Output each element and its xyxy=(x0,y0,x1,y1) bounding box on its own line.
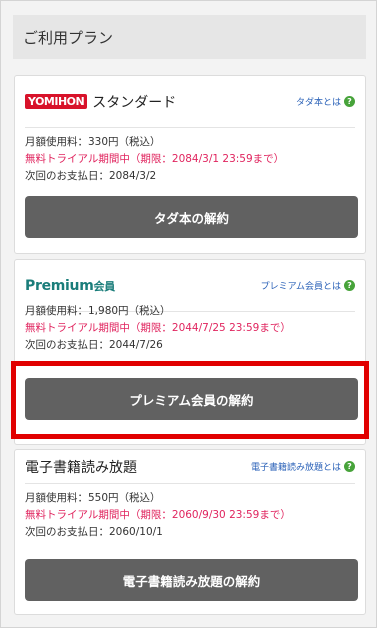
trial-status: 無料トライアル期間中（期限：2084/3/1 23:59まで） xyxy=(25,153,285,165)
plan-info: 月額使用料：330円（税込） 無料トライアル期間中（期限：2084/3/1 23… xyxy=(25,134,284,185)
card-header: YOMIHON スタンダード タダ本とは ? xyxy=(25,76,355,128)
brand: Premium会員 xyxy=(25,278,115,294)
premium-logo: Premium会員 xyxy=(25,278,115,294)
help-link-premium[interactable]: プレミアム会員とは ? xyxy=(261,279,355,292)
section-title: ご利用プラン xyxy=(13,15,366,59)
button-label[interactable]: プレミアム会員の解約 xyxy=(129,390,253,409)
help-link-ebook[interactable]: 電子書籍読み放題とは ? xyxy=(251,460,355,473)
trial-status: 無料トライアル期間中（期限：2060/9/30 23:59まで） xyxy=(25,509,291,521)
cancel-premium-button[interactable]: プレミアム会員の解約 xyxy=(25,378,358,420)
monthly-fee: 月額使用料：550円（税込） xyxy=(25,492,161,504)
help-link-text[interactable]: プレミアム会員とは xyxy=(261,279,341,292)
plan-info: 月額使用料：1,980円（税込） 無料トライアル期間中（期限：2044/7/25… xyxy=(25,303,291,354)
next-payment: 次回のお支払日：2060/10/1 xyxy=(25,526,163,538)
help-link-text[interactable]: タダ本とは xyxy=(296,95,341,108)
trial-status: 無料トライアル期間中（期限：2044/7/25 23:59まで） xyxy=(25,322,291,334)
help-link-text[interactable]: 電子書籍読み放題とは xyxy=(251,460,341,473)
plan-name: スタンダード xyxy=(92,94,177,111)
plan-info: 月額使用料：550円（税込） 無料トライアル期間中（期限：2060/9/30 2… xyxy=(25,490,291,541)
plan-panel: ご利用プラン YOMIHON スタンダード タダ本とは ? 月額使用料：330円… xyxy=(0,0,377,628)
monthly-fee: 月額使用料：330円（税込） xyxy=(25,136,161,148)
next-payment: 次回のお支払日：2084/3/2 xyxy=(25,170,157,182)
brand: YOMIHON スタンダード xyxy=(25,92,176,112)
brand: 電子書籍読み放題 xyxy=(25,457,137,477)
button-label[interactable]: 電子書籍読み放題の解約 xyxy=(123,571,261,590)
question-icon[interactable]: ? xyxy=(344,280,355,291)
button-label[interactable]: タダ本の解約 xyxy=(154,208,229,227)
card-header: 電子書籍読み放題 電子書籍読み放題とは ? xyxy=(25,450,355,484)
next-payment: 次回のお支払日：2044/7/26 xyxy=(25,339,163,351)
help-link-tadahon[interactable]: タダ本とは ? xyxy=(296,95,355,108)
premium-logo-suffix: 会員 xyxy=(93,279,116,293)
plan-name: 電子書籍読み放題 xyxy=(25,459,137,476)
section-title-text: ご利用プラン xyxy=(23,28,114,47)
monthly-fee: 月額使用料：1,980円（税込） xyxy=(25,305,171,317)
plan-card-ebook: 電子書籍読み放題 電子書籍読み放題とは ? 月額使用料：550円（税込） 無料ト… xyxy=(14,449,366,615)
premium-logo-text: Premium xyxy=(25,277,94,294)
plan-card-premium: Premium会員 プレミアム会員とは ? 月額使用料：1,980円（税込） 無… xyxy=(14,259,366,445)
tadahon-logo: YOMIHON xyxy=(25,94,88,109)
question-icon[interactable]: ? xyxy=(344,96,355,107)
cancel-tadahon-button[interactable]: タダ本の解約 xyxy=(25,196,358,238)
cancel-ebook-button[interactable]: 電子書籍読み放題の解約 xyxy=(25,559,358,601)
question-icon[interactable]: ? xyxy=(344,461,355,472)
plan-card-tadahon: YOMIHON スタンダード タダ本とは ? 月額使用料：330円（税込） 無料… xyxy=(14,75,366,254)
